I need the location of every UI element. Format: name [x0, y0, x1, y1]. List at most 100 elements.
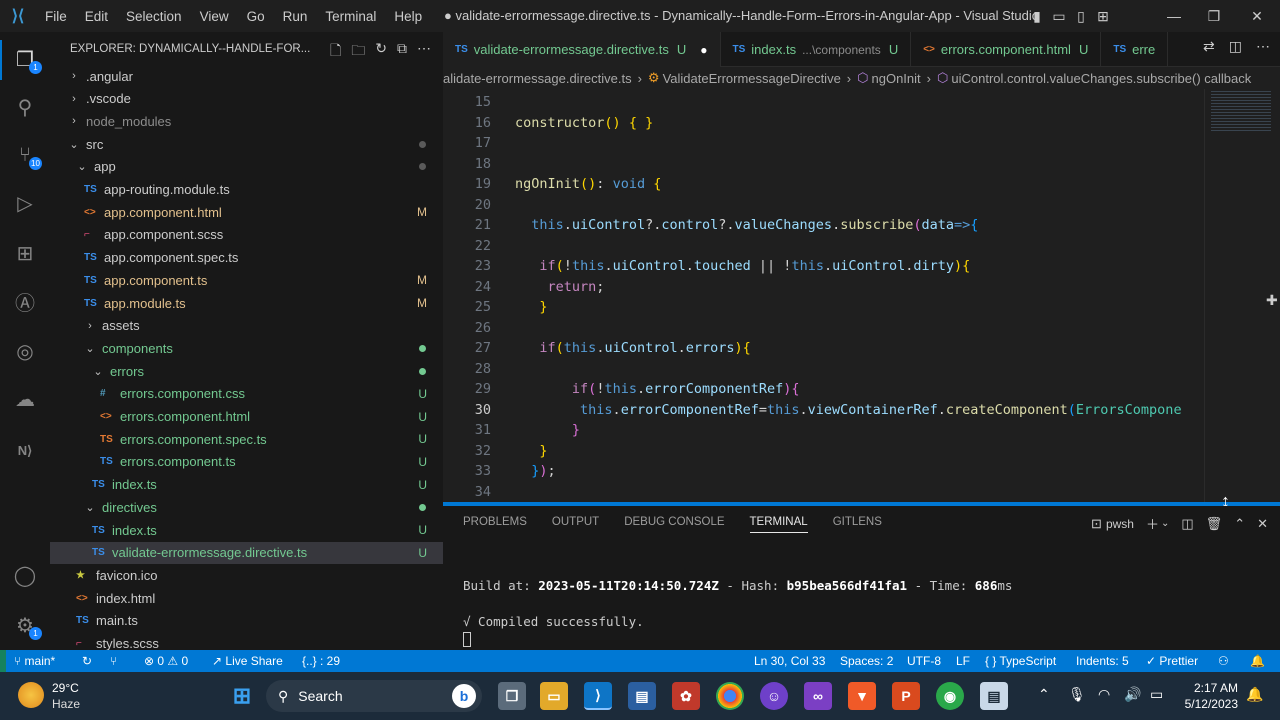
- terminal-icon[interactable]: ⊡: [1091, 516, 1102, 532]
- tree-file[interactable]: # errors.component.css U: [50, 383, 443, 405]
- tree-file[interactable]: TS main.ts: [50, 610, 443, 632]
- indentation-status[interactable]: Spaces: 2: [840, 654, 893, 668]
- wifi-icon[interactable]: ◠: [1098, 686, 1110, 703]
- volume-icon[interactable]: 🔊: [1124, 686, 1141, 703]
- copilot-icon[interactable]: ⚇: [1218, 654, 1229, 668]
- cursor-position[interactable]: Ln 30, Col 33: [754, 654, 825, 668]
- tree-folder[interactable]: › .vscode: [50, 88, 443, 110]
- weather-widget[interactable]: 29°C Haze: [52, 680, 80, 712]
- menu-item-file[interactable]: File: [36, 9, 76, 24]
- breadcrumb-item[interactable]: uiControl.control.valueChanges.subscribe…: [951, 71, 1251, 86]
- close-window-button[interactable]: ✕: [1234, 8, 1280, 25]
- chevron-down-icon[interactable]: ⌄: [1161, 518, 1169, 529]
- git-graph-icon[interactable]: ◎: [10, 336, 40, 366]
- refresh-icon[interactable]: ↻: [375, 40, 387, 64]
- tree-file[interactable]: TS errors.component.ts U: [50, 451, 443, 473]
- encoding-status[interactable]: UTF-8: [907, 654, 941, 668]
- windows-start-icon[interactable]: ⊞: [228, 682, 256, 710]
- remote-indicator[interactable]: [0, 650, 6, 672]
- editor-tab[interactable]: <> errors.component.html U: [911, 32, 1102, 67]
- tree-folder[interactable]: ⌄ errors: [50, 360, 443, 382]
- tree-file[interactable]: <> errors.component.html U: [50, 406, 443, 428]
- panel-tab-debug-console[interactable]: DEBUG CONSOLE: [624, 516, 724, 533]
- microphone-icon[interactable]: 🎙: [1068, 686, 1086, 703]
- sync-icon[interactable]: ↻: [82, 654, 92, 668]
- tree-file[interactable]: TS index.ts U: [50, 474, 443, 496]
- shell-name[interactable]: pwsh: [1106, 517, 1134, 531]
- accounts-icon[interactable]: ◯: [10, 560, 40, 590]
- extensions-icon[interactable]: ⊞: [10, 238, 40, 268]
- prettier-status[interactable]: ✓ Prettier: [1146, 654, 1198, 668]
- panel-tab-problems[interactable]: PROBLEMS: [463, 516, 527, 533]
- problems-status[interactable]: ⊗ 0 ⚠ 0: [144, 654, 188, 668]
- split-editor-icon[interactable]: ◫: [1229, 38, 1242, 55]
- code-editor[interactable]: 15 16 constructor() { } 17 18 19 ngOnInit(): v…: [443, 89, 1280, 502]
- tree-file[interactable]: TS index.ts U: [50, 519, 443, 541]
- vscode-taskbar-icon[interactable]: ⟩: [584, 682, 612, 710]
- menu-item-edit[interactable]: Edit: [76, 9, 117, 24]
- tree-folder[interactable]: ⌄ directives: [50, 496, 443, 518]
- kill-terminal-icon[interactable]: 🗑: [1206, 516, 1223, 532]
- document-icon[interactable]: ▤: [980, 682, 1008, 710]
- breadcrumb-item[interactable]: alidate-errormessage.directive.ts: [443, 71, 632, 86]
- github-icon[interactable]: ☺: [760, 682, 788, 710]
- menu-item-run[interactable]: Run: [274, 9, 317, 24]
- breadcrumb-item[interactable]: ValidateErrormessageDirective: [663, 71, 841, 86]
- app-icon[interactable]: ✿: [672, 682, 700, 710]
- new-file-icon[interactable]: 🗋: [330, 40, 341, 64]
- minimize-button[interactable]: —: [1154, 8, 1194, 24]
- network-app-icon[interactable]: ◉: [936, 682, 964, 710]
- tree-folder[interactable]: ⌄ components: [50, 337, 443, 359]
- close-panel-icon[interactable]: ✕: [1257, 516, 1268, 532]
- editor-tab[interactable]: TS index.ts ...\components U: [721, 32, 912, 67]
- toggle-sidebar-icon[interactable]: ▮: [1026, 8, 1048, 25]
- compare-changes-icon[interactable]: ⇄: [1203, 38, 1215, 55]
- branch-status[interactable]: ⑂ main*: [14, 654, 55, 668]
- tree-file[interactable]: TS validate-errormessage.directive.ts U: [50, 541, 443, 564]
- tree-file[interactable]: TS errors.component.spec.ts U: [50, 428, 443, 450]
- tree-file[interactable]: TS app.component.spec.ts: [50, 247, 443, 269]
- new-terminal-icon[interactable]: ＋: [1146, 514, 1159, 533]
- source-control-icon[interactable]: ⑂ 10: [10, 140, 42, 170]
- powerpoint-icon[interactable]: P: [892, 682, 920, 710]
- tree-file[interactable]: ⌐ app.component.scss: [50, 224, 443, 246]
- tree-file[interactable]: TS app.component.ts M: [50, 269, 443, 291]
- tree-file[interactable]: <> index.html: [50, 587, 443, 609]
- tree-file[interactable]: ⌐ styles.scss: [50, 633, 443, 650]
- customize-layout-icon[interactable]: ⊞: [1092, 8, 1114, 25]
- tree-folder[interactable]: › .angular: [50, 65, 443, 87]
- menu-item-terminal[interactable]: Terminal: [316, 9, 385, 24]
- split-terminal-icon[interactable]: ◫: [1181, 516, 1193, 532]
- symbol-status[interactable]: {..} : 29: [302, 654, 340, 668]
- new-folder-icon[interactable]: 🗀: [351, 40, 365, 64]
- toggle-panel-icon[interactable]: ▭: [1048, 8, 1070, 25]
- tree-file[interactable]: <> app.component.html M: [50, 201, 443, 223]
- notification-center-icon[interactable]: 🔔: [1246, 686, 1263, 703]
- tree-folder[interactable]: ⌄ app: [50, 156, 443, 178]
- manage-gear-icon[interactable]: ⚙ 1: [10, 610, 42, 640]
- tree-folder[interactable]: › assets: [50, 315, 443, 337]
- run-debug-icon[interactable]: ▷: [10, 188, 40, 218]
- taskbar-search[interactable]: ⚲ Search b: [266, 680, 482, 712]
- unsaved-dot-icon[interactable]: ●: [700, 43, 707, 57]
- menu-item-view[interactable]: View: [191, 9, 238, 24]
- file-explorer-icon[interactable]: ▭: [540, 682, 568, 710]
- liveshare-status[interactable]: ↗ Live Share: [212, 654, 283, 668]
- notifications-icon[interactable]: 🔔: [1250, 654, 1265, 668]
- brave-icon[interactable]: ▼: [848, 682, 876, 710]
- more-actions-icon[interactable]: ⋯: [1256, 38, 1270, 55]
- nx-console-icon[interactable]: N⟩: [10, 436, 40, 466]
- remote-explorer-icon[interactable]: ☁: [10, 384, 40, 414]
- angular-icon[interactable]: Ⓐ: [10, 286, 40, 316]
- panel-tab-output[interactable]: OUTPUT: [552, 516, 599, 533]
- chrome-icon[interactable]: [716, 682, 744, 710]
- toggle-secondary-sidebar-icon[interactable]: ▯: [1070, 8, 1092, 25]
- visual-studio-icon[interactable]: ∞: [804, 682, 832, 710]
- panel-tab-gitlens[interactable]: GITLENS: [833, 516, 882, 533]
- breadcrumb-item[interactable]: ngOnInit: [872, 71, 921, 86]
- tree-file[interactable]: TS app-routing.module.ts: [50, 179, 443, 201]
- menu-item-help[interactable]: Help: [385, 9, 431, 24]
- menu-item-selection[interactable]: Selection: [117, 9, 191, 24]
- tree-folder[interactable]: › node_modules: [50, 110, 443, 132]
- collapse-all-icon[interactable]: ⧉: [397, 40, 407, 64]
